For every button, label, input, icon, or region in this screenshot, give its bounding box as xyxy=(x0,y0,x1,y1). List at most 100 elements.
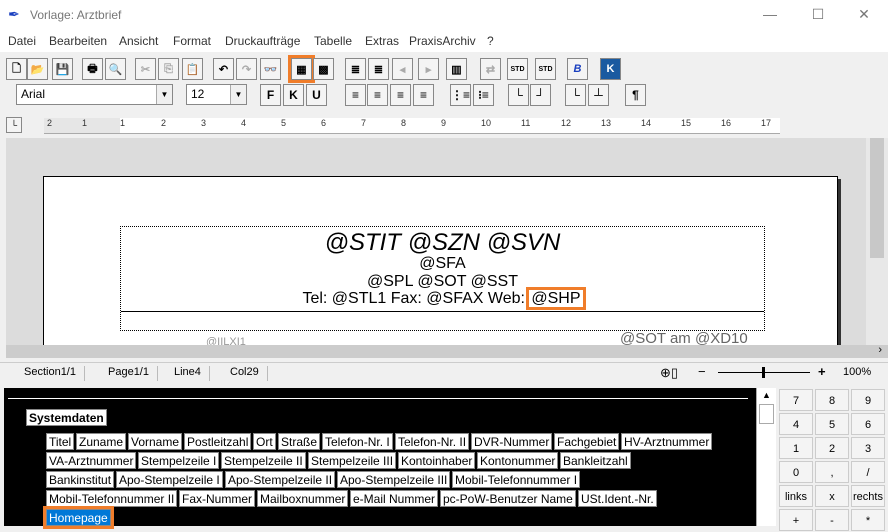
keypad-key[interactable]: 8 xyxy=(815,389,849,411)
tab-decimal-icon[interactable]: └ xyxy=(565,84,586,106)
keypad-key[interactable]: rechts xyxy=(851,485,885,507)
field-chip[interactable]: pc-PoW-Benutzer Name xyxy=(440,490,576,507)
copy-icon[interactable]: ⎘ xyxy=(158,58,179,80)
homepage-field[interactable]: @SHP xyxy=(526,287,586,310)
justify-icon[interactable]: ≡ xyxy=(413,84,434,106)
ruler[interactable]: 2 1 1 2 3 4 5 6 7 8 9 10 11 12 13 14 15 16 17 xyxy=(44,118,780,134)
keypad-key[interactable]: x xyxy=(815,485,849,507)
menu-praxisarchiv[interactable]: PraxisArchiv xyxy=(409,34,476,48)
column-right-icon[interactable]: ▸ xyxy=(418,58,439,80)
keypad-key[interactable]: + xyxy=(779,509,813,531)
field-chip[interactable]: Apo-Stempelzeile I xyxy=(116,471,223,488)
field-chip[interactable]: Stempelzeile II xyxy=(221,452,306,469)
header-frame[interactable]: @STIT @SZN @SVN @SFA @SPL @SOT @SST Tel:… xyxy=(120,226,765,331)
keypad-key[interactable]: 6 xyxy=(851,413,885,435)
chevron-down-icon[interactable]: ▼ xyxy=(156,85,172,104)
save-icon[interactable]: 💾 xyxy=(52,58,73,80)
field-chip[interactable]: Bankinstitut xyxy=(46,471,115,488)
table-grid-icon[interactable]: ▩ xyxy=(313,58,334,80)
align-right-icon[interactable]: ≡ xyxy=(367,84,388,106)
std-format-icon[interactable]: STD xyxy=(507,58,528,80)
keypad-key[interactable]: 2 xyxy=(815,437,849,459)
field-chip[interactable]: Zuname xyxy=(76,433,127,450)
field-chip[interactable]: Mobil-Telefonnummer II xyxy=(46,490,178,507)
field-chip[interactable]: Ort xyxy=(253,433,276,450)
keypad-key[interactable]: 3 xyxy=(851,437,885,459)
numbered-list-icon[interactable]: ⋮≡ xyxy=(450,84,471,106)
color-icon[interactable]: ▥ xyxy=(446,58,467,80)
italic-icon[interactable]: K xyxy=(283,84,304,106)
field-chip[interactable]: Bankleitzahl xyxy=(560,452,631,469)
keypad-key[interactable]: 4 xyxy=(779,413,813,435)
close-button[interactable]: ✕ xyxy=(854,6,874,24)
new-icon[interactable]: 🗋 xyxy=(6,58,27,80)
fit-page-icon[interactable]: ⊕▯ xyxy=(660,365,678,381)
field-chip[interactable]: Apo-Stempelzeile III xyxy=(337,471,451,488)
menu-tabelle[interactable]: Tabelle xyxy=(314,34,352,48)
menu-druckauftrge[interactable]: Druckaufträge xyxy=(225,34,300,48)
scroll-up-icon[interactable]: ▲ xyxy=(762,390,771,400)
field-chip[interactable]: Mobil-Telefonnummer I xyxy=(452,471,581,488)
font-select[interactable]: Arial ▼ xyxy=(16,84,173,105)
keypad-key[interactable]: * xyxy=(851,509,885,531)
field-chip[interactable]: Kontonummer xyxy=(477,452,559,469)
field-chip[interactable]: Fachgebiet xyxy=(554,433,620,450)
field-chip[interactable]: Postleitzahl xyxy=(184,433,252,450)
keypad-key[interactable]: links xyxy=(779,485,813,507)
bullet-list-icon[interactable]: ⁝≡ xyxy=(473,84,494,106)
field-chip[interactable]: HV-Arztnummer xyxy=(621,433,713,450)
field-chip[interactable]: Homepage xyxy=(43,506,114,529)
horizontal-scrollbar[interactable]: › xyxy=(6,344,888,358)
field-chip[interactable]: Stempelzeile III xyxy=(308,452,397,469)
paste-icon[interactable]: 📋 xyxy=(182,58,203,80)
keypad-key[interactable]: 0 xyxy=(779,461,813,483)
chevron-right-icon[interactable]: › xyxy=(878,344,882,356)
vertical-scrollbar[interactable] xyxy=(866,138,888,345)
tab-left-icon[interactable]: └ xyxy=(508,84,529,106)
scroll-thumb[interactable] xyxy=(759,404,774,424)
column-left-icon[interactable]: ◂ xyxy=(392,58,413,80)
page-size-icon[interactable]: ≣ xyxy=(368,58,389,80)
scroll-thumb[interactable] xyxy=(870,138,884,258)
field-chip[interactable]: Telefon-Nr. I xyxy=(322,433,393,450)
minimize-button[interactable]: — xyxy=(760,6,780,24)
zoom-in-button[interactable]: + xyxy=(818,364,826,379)
tab-type-icon[interactable]: └ xyxy=(6,117,22,133)
b-logo-icon[interactable]: B xyxy=(567,58,588,80)
align-center-icon[interactable]: ≡ xyxy=(390,84,411,106)
field-chip[interactable]: USt.Ident.-Nr. xyxy=(578,490,657,507)
print-icon[interactable]: 🖶 xyxy=(82,58,103,80)
keypad-key[interactable]: , xyxy=(815,461,849,483)
keypad-key[interactable]: 9 xyxy=(851,389,885,411)
menu-bearbeiten[interactable]: Bearbeiten xyxy=(49,34,107,48)
find-icon[interactable]: 👓 xyxy=(260,58,281,80)
field-chip[interactable]: VA-Arztnummer xyxy=(46,452,137,469)
keypad-key[interactable]: 5 xyxy=(815,413,849,435)
field-chip[interactable]: Kontoinhaber xyxy=(398,452,476,469)
swap-icon[interactable]: ⇄ xyxy=(480,58,501,80)
maximize-button[interactable]: ☐ xyxy=(808,6,828,24)
menu-ansicht[interactable]: Ansicht xyxy=(119,34,158,48)
keypad-key[interactable]: / xyxy=(851,461,885,483)
chevron-down-icon[interactable]: ▼ xyxy=(230,85,246,104)
undo-icon[interactable]: ↶ xyxy=(213,58,234,80)
field-chip[interactable]: Stempelzeile I xyxy=(138,452,220,469)
field-chip[interactable]: DVR-Nummer xyxy=(471,433,553,450)
zoom-out-button[interactable]: − xyxy=(698,364,706,379)
std-font-icon[interactable]: STD xyxy=(535,58,556,80)
k-logo-icon[interactable]: K xyxy=(600,58,621,80)
font-size-select[interactable]: 12 ▼ xyxy=(186,84,247,105)
align-left-icon[interactable]: ≡ xyxy=(345,84,366,106)
field-panel-scrollbar[interactable]: ▲ xyxy=(756,388,776,526)
bold-icon[interactable]: F xyxy=(260,84,281,106)
menu-format[interactable]: Format xyxy=(173,34,211,48)
page-icon[interactable]: ≣ xyxy=(345,58,366,80)
zoom-slider[interactable] xyxy=(718,367,810,378)
keypad-key[interactable]: - xyxy=(815,509,849,531)
cut-icon[interactable]: ✂ xyxy=(135,58,156,80)
menu-?[interactable]: ? xyxy=(487,34,494,48)
redo-icon[interactable]: ↷ xyxy=(236,58,257,80)
field-chip[interactable]: Fax-Nummer xyxy=(179,490,256,507)
menu-extras[interactable]: Extras xyxy=(365,34,399,48)
field-chip[interactable]: Mailboxnummer xyxy=(257,490,349,507)
